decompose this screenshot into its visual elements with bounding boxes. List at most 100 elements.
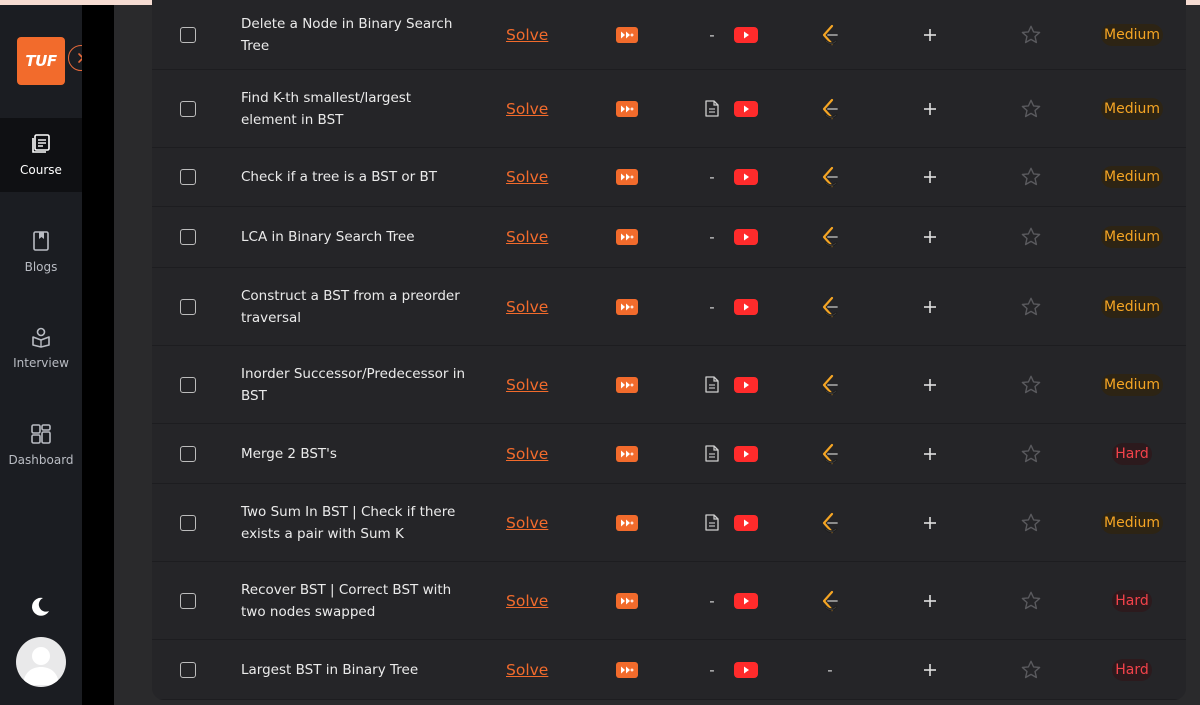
problem-title: Inorder Successor/Predecessor in BST — [241, 365, 466, 404]
problem-title: Recover BST | Correct BST with two nodes… — [241, 581, 452, 620]
star-icon[interactable] — [1020, 24, 1042, 46]
tuf-logo[interactable]: TUF — [17, 37, 65, 85]
plus-video-icon[interactable] — [616, 514, 638, 531]
star-icon[interactable] — [1020, 590, 1042, 612]
plus-video-icon[interactable] — [616, 376, 638, 393]
youtube-icon[interactable] — [734, 298, 758, 315]
solve-link[interactable]: Solve — [506, 168, 548, 186]
star-icon[interactable] — [1020, 374, 1042, 396]
problem-checkbox[interactable] — [180, 514, 196, 531]
problem-title: Delete a Node in Binary Search Tree — [241, 15, 453, 54]
add-note-icon[interactable] — [923, 516, 937, 530]
add-note-icon[interactable] — [923, 170, 937, 184]
youtube-icon[interactable] — [734, 514, 758, 531]
article-icon[interactable] — [705, 376, 719, 393]
star-icon[interactable] — [1020, 512, 1042, 534]
moon-icon[interactable] — [28, 595, 52, 619]
problem-title: Find K-th smallest/largest element in BS… — [241, 89, 412, 128]
difficulty-badge: Medium — [1101, 226, 1163, 248]
youtube-icon[interactable] — [734, 376, 758, 393]
leetcode-icon[interactable] — [821, 296, 839, 318]
problem-checkbox[interactable] — [180, 100, 196, 117]
avatar[interactable] — [16, 637, 66, 687]
leetcode-icon[interactable] — [821, 24, 839, 46]
problem-table: Delete a Node in Binary Search Tree Solv… — [152, 0, 1186, 700]
youtube-icon[interactable] — [734, 100, 758, 117]
solve-link[interactable]: Solve — [506, 26, 548, 44]
difficulty-badge: Medium — [1101, 97, 1163, 120]
sidebar-item-dashboard[interactable]: Dashboard — [0, 408, 82, 482]
youtube-icon[interactable] — [734, 229, 758, 245]
star-icon[interactable] — [1020, 98, 1042, 120]
problem-checkbox[interactable] — [180, 445, 196, 462]
leetcode-icon[interactable] — [821, 443, 839, 465]
leetcode-icon[interactable] — [821, 166, 839, 188]
article-icon[interactable] — [705, 514, 719, 531]
no-article-dash: - — [709, 228, 715, 246]
problem-checkbox[interactable] — [180, 169, 196, 185]
star-icon[interactable] — [1020, 166, 1042, 188]
star-icon[interactable] — [1020, 659, 1042, 681]
add-note-icon[interactable] — [923, 663, 937, 677]
youtube-icon[interactable] — [734, 592, 758, 609]
plus-video-icon[interactable] — [616, 661, 638, 678]
difficulty-badge: Medium — [1101, 373, 1163, 396]
article-icon[interactable] — [705, 445, 719, 462]
no-article-dash: - — [709, 168, 715, 186]
problem-checkbox[interactable] — [180, 229, 196, 245]
table-row: Check if a tree is a BST or BT Solve - M… — [152, 148, 1186, 207]
solve-link[interactable]: Solve — [506, 592, 548, 610]
problem-checkbox[interactable] — [180, 661, 196, 678]
plus-video-icon[interactable] — [616, 100, 638, 117]
plus-video-icon[interactable] — [616, 592, 638, 609]
add-note-icon[interactable] — [923, 594, 937, 608]
leetcode-icon[interactable] — [821, 98, 839, 120]
add-note-icon[interactable] — [923, 378, 937, 392]
sidebar: TUF Course Blogs Interview Dashboard — [0, 5, 94, 705]
star-icon[interactable] — [1020, 443, 1042, 465]
sidebar-item-interview[interactable]: Interview — [0, 311, 82, 385]
youtube-icon[interactable] — [734, 26, 758, 43]
interview-icon — [32, 327, 50, 348]
solve-link[interactable]: Solve — [506, 228, 548, 246]
leetcode-icon[interactable] — [821, 512, 839, 534]
table-row: Merge 2 BST's Solve Hard — [152, 424, 1186, 484]
sidebar-item-blogs[interactable]: Blogs — [0, 215, 82, 289]
solve-link[interactable]: Solve — [506, 445, 548, 463]
add-note-icon[interactable] — [923, 300, 937, 314]
leetcode-icon[interactable] — [821, 226, 839, 248]
star-icon[interactable] — [1020, 296, 1042, 318]
youtube-icon[interactable] — [734, 661, 758, 678]
solve-link[interactable]: Solve — [506, 298, 548, 316]
add-note-icon[interactable] — [923, 28, 937, 42]
difficulty-badge: Medium — [1101, 166, 1163, 188]
solve-link[interactable]: Solve — [506, 376, 548, 394]
plus-video-icon[interactable] — [616, 298, 638, 315]
plus-video-icon[interactable] — [616, 229, 638, 245]
leetcode-icon[interactable] — [821, 590, 839, 612]
solve-link[interactable]: Solve — [506, 514, 548, 532]
no-article-dash: - — [709, 297, 715, 316]
add-note-icon[interactable] — [923, 230, 937, 244]
problem-checkbox[interactable] — [180, 26, 196, 43]
plus-video-icon[interactable] — [616, 26, 638, 43]
problem-checkbox[interactable] — [180, 376, 196, 393]
sidebar-item-course[interactable]: Course — [0, 118, 82, 192]
youtube-icon[interactable] — [734, 445, 758, 462]
add-note-icon[interactable] — [923, 447, 937, 461]
solve-link[interactable]: Solve — [506, 100, 548, 118]
add-note-icon[interactable] — [923, 102, 937, 116]
star-icon[interactable] — [1020, 226, 1042, 248]
problem-checkbox[interactable] — [180, 298, 196, 315]
plus-video-icon[interactable] — [616, 169, 638, 185]
difficulty-badge: Medium — [1101, 511, 1163, 534]
solve-link[interactable]: Solve — [506, 661, 548, 679]
plus-video-icon[interactable] — [616, 445, 638, 462]
youtube-icon[interactable] — [734, 169, 758, 185]
problem-title: Merge 2 BST's — [241, 445, 337, 462]
leetcode-icon[interactable] — [821, 374, 839, 396]
problem-checkbox[interactable] — [180, 592, 196, 609]
no-leetcode-dash: - — [827, 660, 833, 679]
sidebar-item-label: Course — [20, 163, 62, 177]
article-icon[interactable] — [705, 100, 719, 117]
